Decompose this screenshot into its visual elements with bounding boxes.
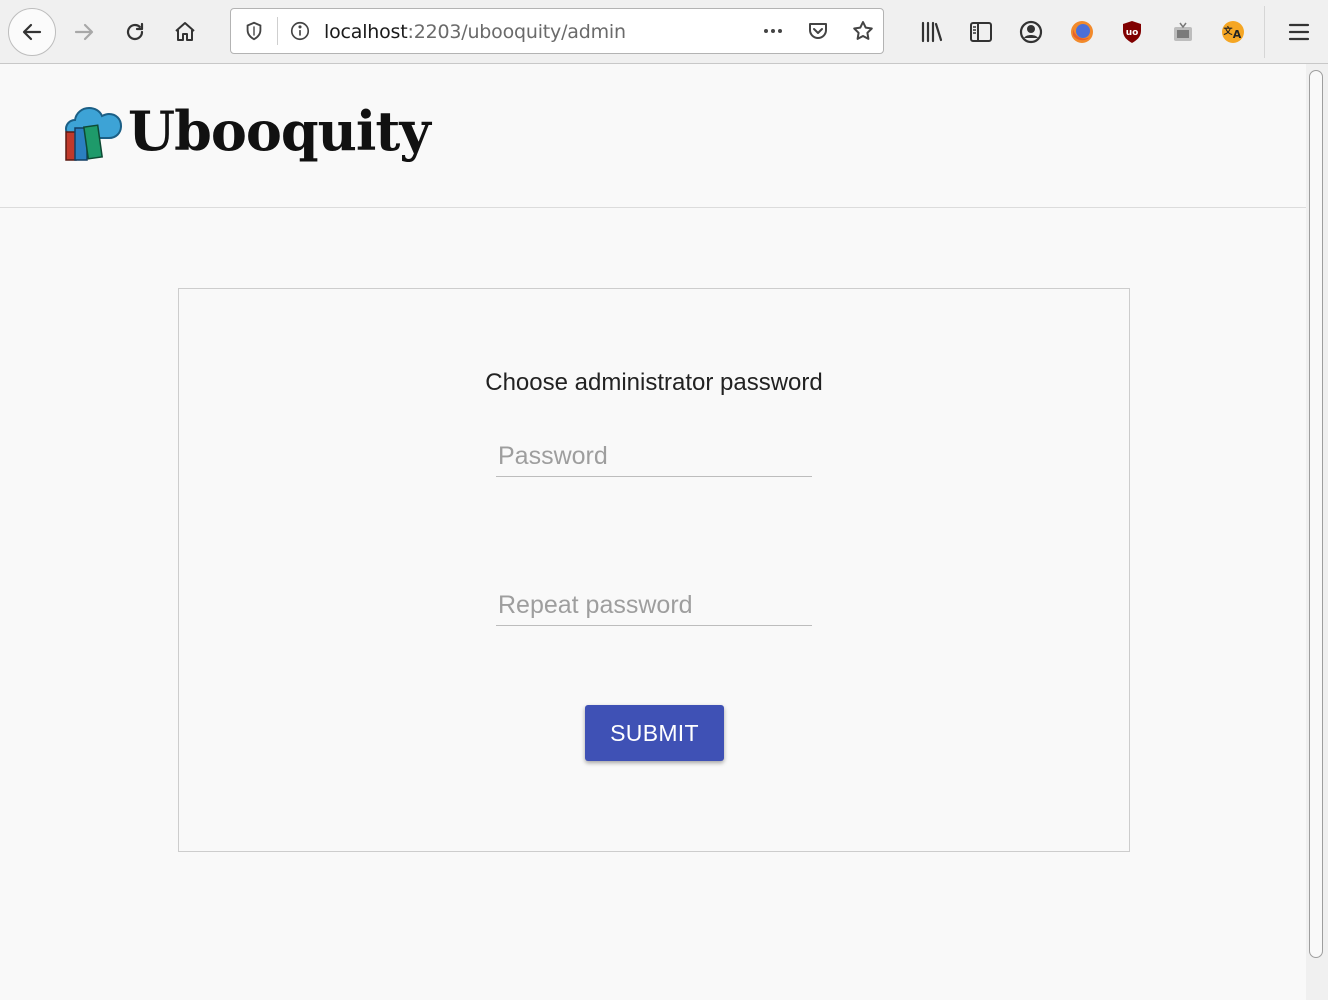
reload-icon <box>126 22 144 41</box>
menu-button[interactable] <box>1281 14 1317 50</box>
back-icon <box>22 23 42 41</box>
forward-button[interactable] <box>66 14 102 50</box>
translate-button[interactable]: 文A <box>1215 14 1251 50</box>
svg-text:uo: uo <box>1126 28 1139 38</box>
url-bar[interactable]: localhost:2203/ubooquity/admin <box>230 8 884 54</box>
app-logo[interactable]: Ubooquity <box>62 99 431 166</box>
toolbar-divider <box>1264 6 1265 58</box>
svg-text:A: A <box>1233 28 1242 41</box>
repeat-password-input[interactable] <box>496 586 812 626</box>
extension-icon <box>1174 22 1192 41</box>
scrollbar-thumb[interactable] <box>1309 70 1323 958</box>
url-separator <box>277 17 278 45</box>
page-content: Ubooquity Choose administrator password … <box>0 64 1306 1000</box>
translate-icon: 文A <box>1222 21 1244 43</box>
ublock-icon: uo <box>1123 21 1141 43</box>
app-name: Ubooquity <box>128 99 431 163</box>
forward-icon <box>74 23 94 41</box>
home-button[interactable] <box>167 14 203 50</box>
menu-icon <box>1288 23 1310 41</box>
firefox-icon <box>1071 21 1093 43</box>
url-text[interactable]: localhost:2203/ubooquity/admin <box>324 21 626 43</box>
more-icon[interactable] <box>761 19 785 43</box>
ublock-button[interactable]: uo <box>1114 14 1150 50</box>
account-button[interactable] <box>1013 14 1049 50</box>
browser-toolbar: localhost:2203/ubooquity/admin uo 文A <box>0 0 1328 64</box>
url-host: localhost <box>324 21 408 43</box>
library-icon <box>921 21 943 43</box>
submit-button[interactable]: SUBMIT <box>585 705 724 761</box>
pocket-icon[interactable] <box>806 19 830 43</box>
firefox-extension-button[interactable] <box>1064 14 1100 50</box>
reload-button[interactable] <box>117 14 153 50</box>
ubooquity-logo-icon <box>64 106 123 161</box>
password-card: Choose administrator password SUBMIT <box>178 288 1130 852</box>
url-path: :2203/ubooquity/admin <box>407 21 627 43</box>
extension-button[interactable] <box>1165 14 1201 50</box>
library-button[interactable] <box>913 14 949 50</box>
home-icon <box>175 22 195 41</box>
info-icon[interactable] <box>288 19 312 43</box>
account-icon <box>1019 20 1043 44</box>
form-title: Choose administrator password <box>485 369 823 396</box>
password-input[interactable] <box>496 437 812 477</box>
back-button[interactable] <box>8 8 56 56</box>
sidebar-button[interactable] <box>963 14 999 50</box>
app-header: Ubooquity <box>0 64 1306 208</box>
star-icon[interactable] <box>851 19 875 43</box>
shield-icon[interactable] <box>242 19 266 43</box>
sidebar-icon <box>970 22 992 42</box>
